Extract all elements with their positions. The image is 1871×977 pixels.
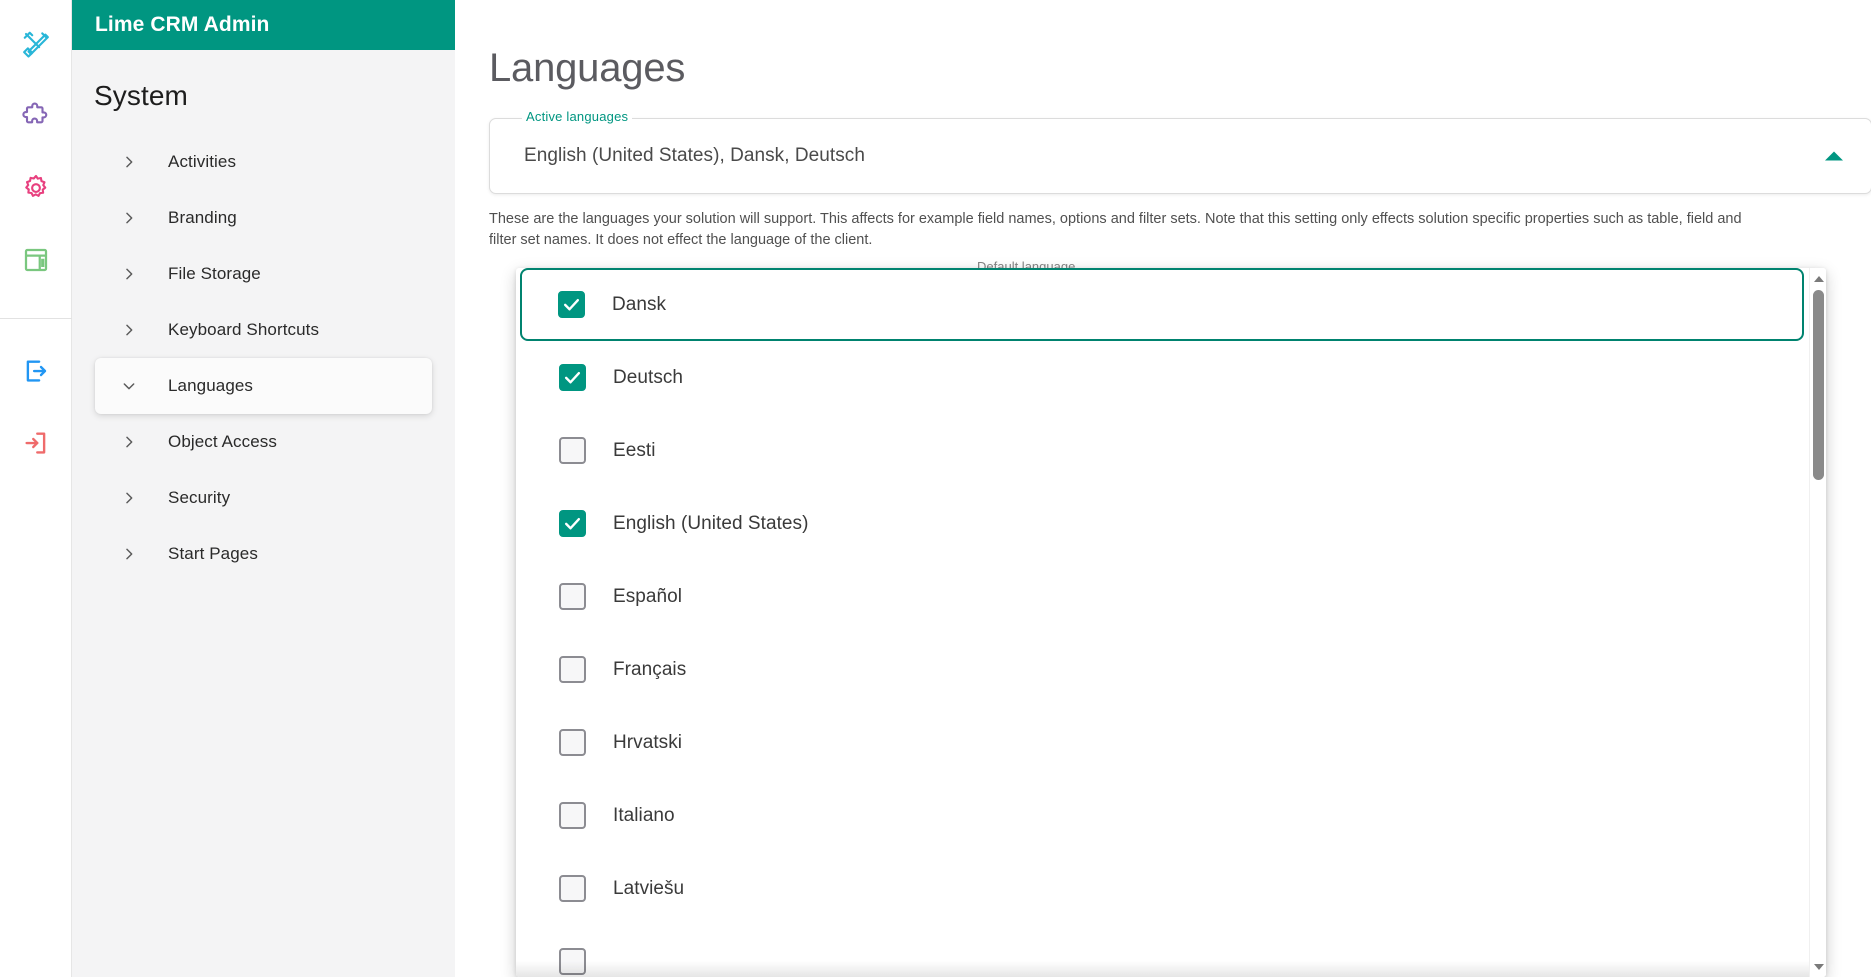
language-option-label: Italiano [613, 805, 675, 827]
language-option-italiano[interactable]: Italiano [516, 779, 1826, 852]
language-option-francais[interactable]: Français [516, 633, 1826, 706]
page-title: Languages [489, 46, 1871, 90]
logout-icon[interactable] [14, 349, 58, 393]
chevron-right-icon [118, 263, 140, 285]
checkbox-unchecked-icon[interactable] [559, 729, 586, 756]
active-languages-helper-text: These are the languages your solution wi… [489, 209, 1767, 251]
checkbox-checked-icon[interactable] [559, 510, 586, 537]
tools-pencil-ruler-icon[interactable] [14, 22, 58, 66]
sidebar-item-keyboard-shortcuts[interactable]: Keyboard Shortcuts [95, 302, 432, 358]
sidebar-item-label: Object Access [168, 432, 277, 452]
active-languages-field: Active languages English (United States)… [489, 118, 1871, 251]
sidebar-item-label: Keyboard Shortcuts [168, 320, 319, 340]
language-option-label: Hrvatski [613, 732, 682, 754]
languages-dropdown-panel: Dansk Deutsch Eesti English (United Stat… [516, 268, 1826, 977]
admin-app-window: Lime CRM Admin System Activities Brandin… [0, 0, 1871, 977]
sidebar-item-branding[interactable]: Branding [95, 190, 432, 246]
chevron-right-icon [118, 543, 140, 565]
chevron-right-icon [118, 431, 140, 453]
puzzle-piece-icon[interactable] [14, 94, 58, 138]
checkbox-checked-icon[interactable] [559, 364, 586, 391]
scroll-up-arrow-icon[interactable] [1810, 270, 1826, 287]
language-option-partially-visible[interactable] [516, 925, 1826, 977]
language-option-label: Latviešu [613, 878, 684, 900]
language-option-eesti[interactable]: Eesti [516, 414, 1826, 487]
languages-option-list: Dansk Deutsch Eesti English (United Stat… [516, 268, 1826, 977]
language-option-label: Français [613, 659, 686, 681]
language-option-label: Eesti [613, 440, 656, 462]
language-option-hrvatski[interactable]: Hrvatski [516, 706, 1826, 779]
app-title: Lime CRM Admin [95, 13, 269, 37]
language-option-deutsch[interactable]: Deutsch [516, 341, 1826, 414]
sidebar-item-label: Security [168, 488, 230, 508]
icon-rail [0, 0, 72, 977]
sidebar-nav-list: Activities Branding File Storage Keyboar… [72, 134, 455, 582]
language-option-label: Deutsch [613, 367, 683, 389]
checkbox-unchecked-icon[interactable] [559, 875, 586, 902]
language-option-latviesu[interactable]: Latviešu [516, 852, 1826, 925]
sidebar-item-label: Activities [168, 152, 236, 172]
chevron-right-icon [118, 207, 140, 229]
sidebar-header: Lime CRM Admin [72, 0, 455, 50]
checkbox-unchecked-icon[interactable] [559, 656, 586, 683]
sidebar-item-file-storage[interactable]: File Storage [95, 246, 432, 302]
language-option-english-united-states[interactable]: English (United States) [516, 487, 1826, 560]
login-icon[interactable] [14, 421, 58, 465]
sidebar-item-start-pages[interactable]: Start Pages [95, 526, 432, 582]
language-option-label: Dansk [612, 294, 666, 316]
language-option-espanol[interactable]: Español [516, 560, 1826, 633]
sidebar-item-label: Start Pages [168, 544, 258, 564]
dropdown-scrollbar[interactable] [1809, 268, 1826, 977]
sidebar-item-label: Branding [168, 208, 237, 228]
language-option-label: English (United States) [613, 513, 808, 535]
gear-settings-icon[interactable] [14, 166, 58, 210]
chevron-right-icon [118, 487, 140, 509]
chevron-right-icon [118, 319, 140, 341]
sidebar-item-activities[interactable]: Activities [95, 134, 432, 190]
sidebar-item-security[interactable]: Security [95, 470, 432, 526]
rail-divider [0, 318, 72, 319]
checkbox-unchecked-icon[interactable] [559, 583, 586, 610]
layout-dashboard-icon[interactable] [14, 238, 58, 282]
active-languages-select[interactable]: Active languages English (United States)… [489, 118, 1871, 194]
checkbox-checked-icon[interactable] [558, 291, 585, 318]
chevron-up-icon[interactable] [1825, 152, 1843, 161]
sidebar-item-object-access[interactable]: Object Access [95, 414, 432, 470]
sidebar-section-title: System [72, 50, 455, 112]
chevron-down-icon [118, 375, 140, 397]
checkbox-unchecked-icon[interactable] [559, 437, 586, 464]
sidebar-item-label: Languages [168, 376, 253, 396]
language-option-dansk[interactable]: Dansk [520, 268, 1804, 341]
scroll-down-arrow-icon[interactable] [1810, 958, 1826, 975]
sidebar-item-label: File Storage [168, 264, 261, 284]
active-languages-value: English (United States), Dansk, Deutsch [524, 145, 865, 167]
checkbox-unchecked-icon[interactable] [559, 948, 586, 975]
scrollbar-thumb[interactable] [1813, 290, 1824, 480]
language-option-label: Español [613, 586, 682, 608]
sidebar-item-languages[interactable]: Languages [95, 358, 432, 414]
checkbox-unchecked-icon[interactable] [559, 802, 586, 829]
system-sidebar: Lime CRM Admin System Activities Brandin… [72, 0, 455, 977]
chevron-right-icon [118, 151, 140, 173]
active-languages-legend: Active languages [522, 109, 632, 124]
